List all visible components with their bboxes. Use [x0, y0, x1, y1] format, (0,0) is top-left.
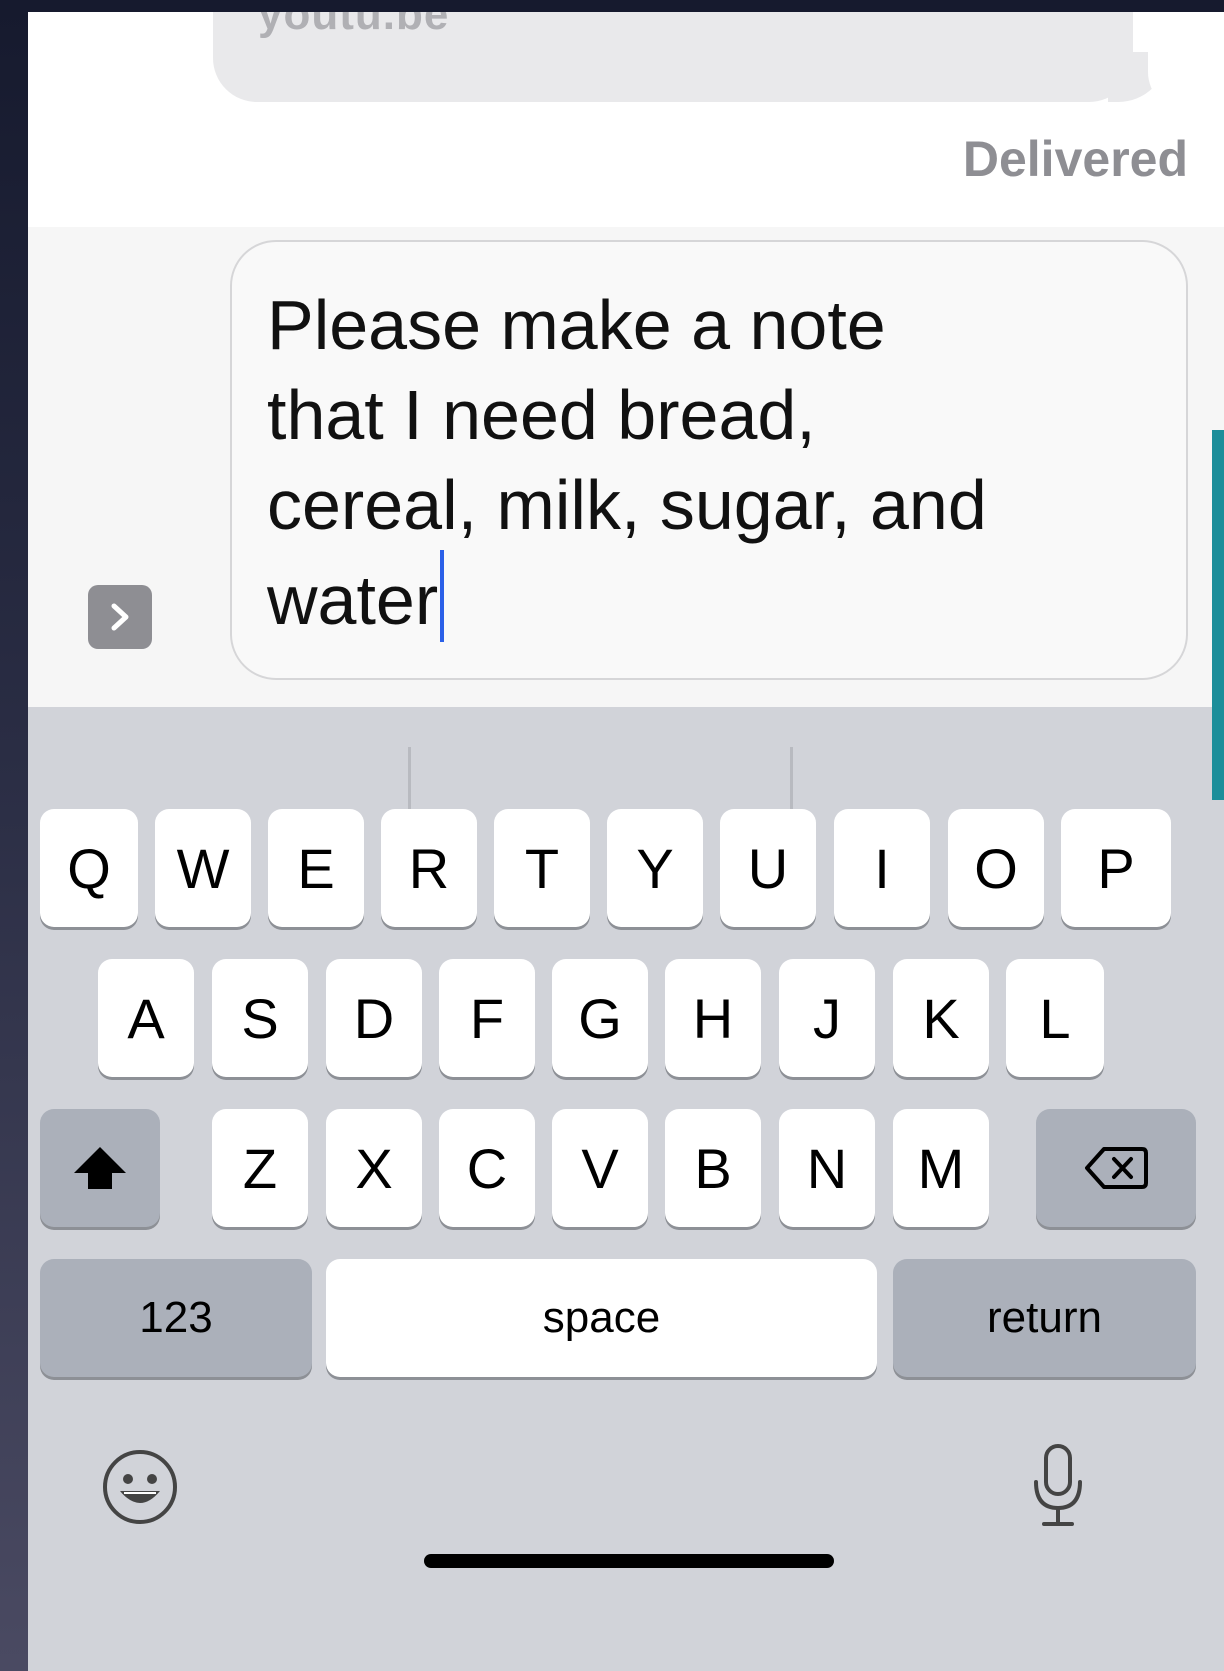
- key-u[interactable]: U: [720, 809, 816, 927]
- compose-bar: Please make a note that I need bread, ce…: [28, 227, 1224, 707]
- emoji-button[interactable]: [100, 1447, 180, 1527]
- expand-apps-button[interactable]: [88, 585, 152, 649]
- key-a[interactable]: A: [98, 959, 194, 1077]
- key-h[interactable]: H: [665, 959, 761, 1077]
- key-j[interactable]: J: [779, 959, 875, 1077]
- chevron-right-icon: [111, 603, 129, 631]
- key-x[interactable]: X: [326, 1109, 422, 1227]
- return-key[interactable]: return: [893, 1259, 1196, 1377]
- key-v[interactable]: V: [552, 1109, 648, 1227]
- message-input-text[interactable]: Please make a note that I need bread, ce…: [267, 280, 1067, 645]
- numbers-key[interactable]: 123: [40, 1259, 312, 1377]
- key-e[interactable]: E: [268, 809, 364, 927]
- key-r[interactable]: R: [381, 809, 477, 927]
- key-d[interactable]: D: [326, 959, 422, 1077]
- space-key[interactable]: space: [326, 1259, 877, 1377]
- microphone-icon: [1034, 1444, 1082, 1526]
- suggestion-divider: [790, 747, 793, 817]
- delivered-status: Delivered: [962, 131, 1188, 187]
- key-n[interactable]: N: [779, 1109, 875, 1227]
- key-z[interactable]: Z: [212, 1109, 308, 1227]
- key-s[interactable]: S: [212, 959, 308, 1077]
- text-cursor: [440, 550, 445, 642]
- key-t[interactable]: T: [494, 809, 590, 927]
- delete-key[interactable]: [1036, 1109, 1196, 1227]
- key-w[interactable]: W: [155, 809, 251, 927]
- dictation-button[interactable]: [1028, 1442, 1088, 1532]
- previous-message-link[interactable]: youtu.be: [258, 12, 449, 40]
- messages-screen: youtu.be Delivered Please make a note th…: [28, 12, 1224, 1671]
- message-thread: youtu.be Delivered: [28, 12, 1224, 227]
- key-y[interactable]: Y: [607, 809, 703, 927]
- suggestion-divider: [408, 747, 411, 817]
- home-indicator[interactable]: [424, 1554, 834, 1568]
- keyboard: Q W E R T Y U I O P A S D F G H J K L Z …: [28, 707, 1224, 1671]
- shift-key[interactable]: [40, 1109, 160, 1227]
- key-l[interactable]: L: [1006, 959, 1104, 1077]
- delete-icon: [1085, 1147, 1148, 1189]
- key-b[interactable]: B: [665, 1109, 761, 1227]
- key-p[interactable]: P: [1061, 809, 1171, 927]
- key-m[interactable]: M: [893, 1109, 989, 1227]
- key-o[interactable]: O: [948, 809, 1044, 927]
- emoji-icon: [103, 1450, 177, 1524]
- key-f[interactable]: F: [439, 959, 535, 1077]
- shift-icon: [74, 1147, 126, 1189]
- key-q[interactable]: Q: [40, 809, 138, 927]
- key-i[interactable]: I: [834, 809, 930, 927]
- key-k[interactable]: K: [893, 959, 989, 1077]
- background-app-edge: [1212, 430, 1224, 800]
- message-input[interactable]: Please make a note that I need bread, ce…: [230, 240, 1188, 680]
- key-g[interactable]: G: [552, 959, 648, 1077]
- key-c[interactable]: C: [439, 1109, 535, 1227]
